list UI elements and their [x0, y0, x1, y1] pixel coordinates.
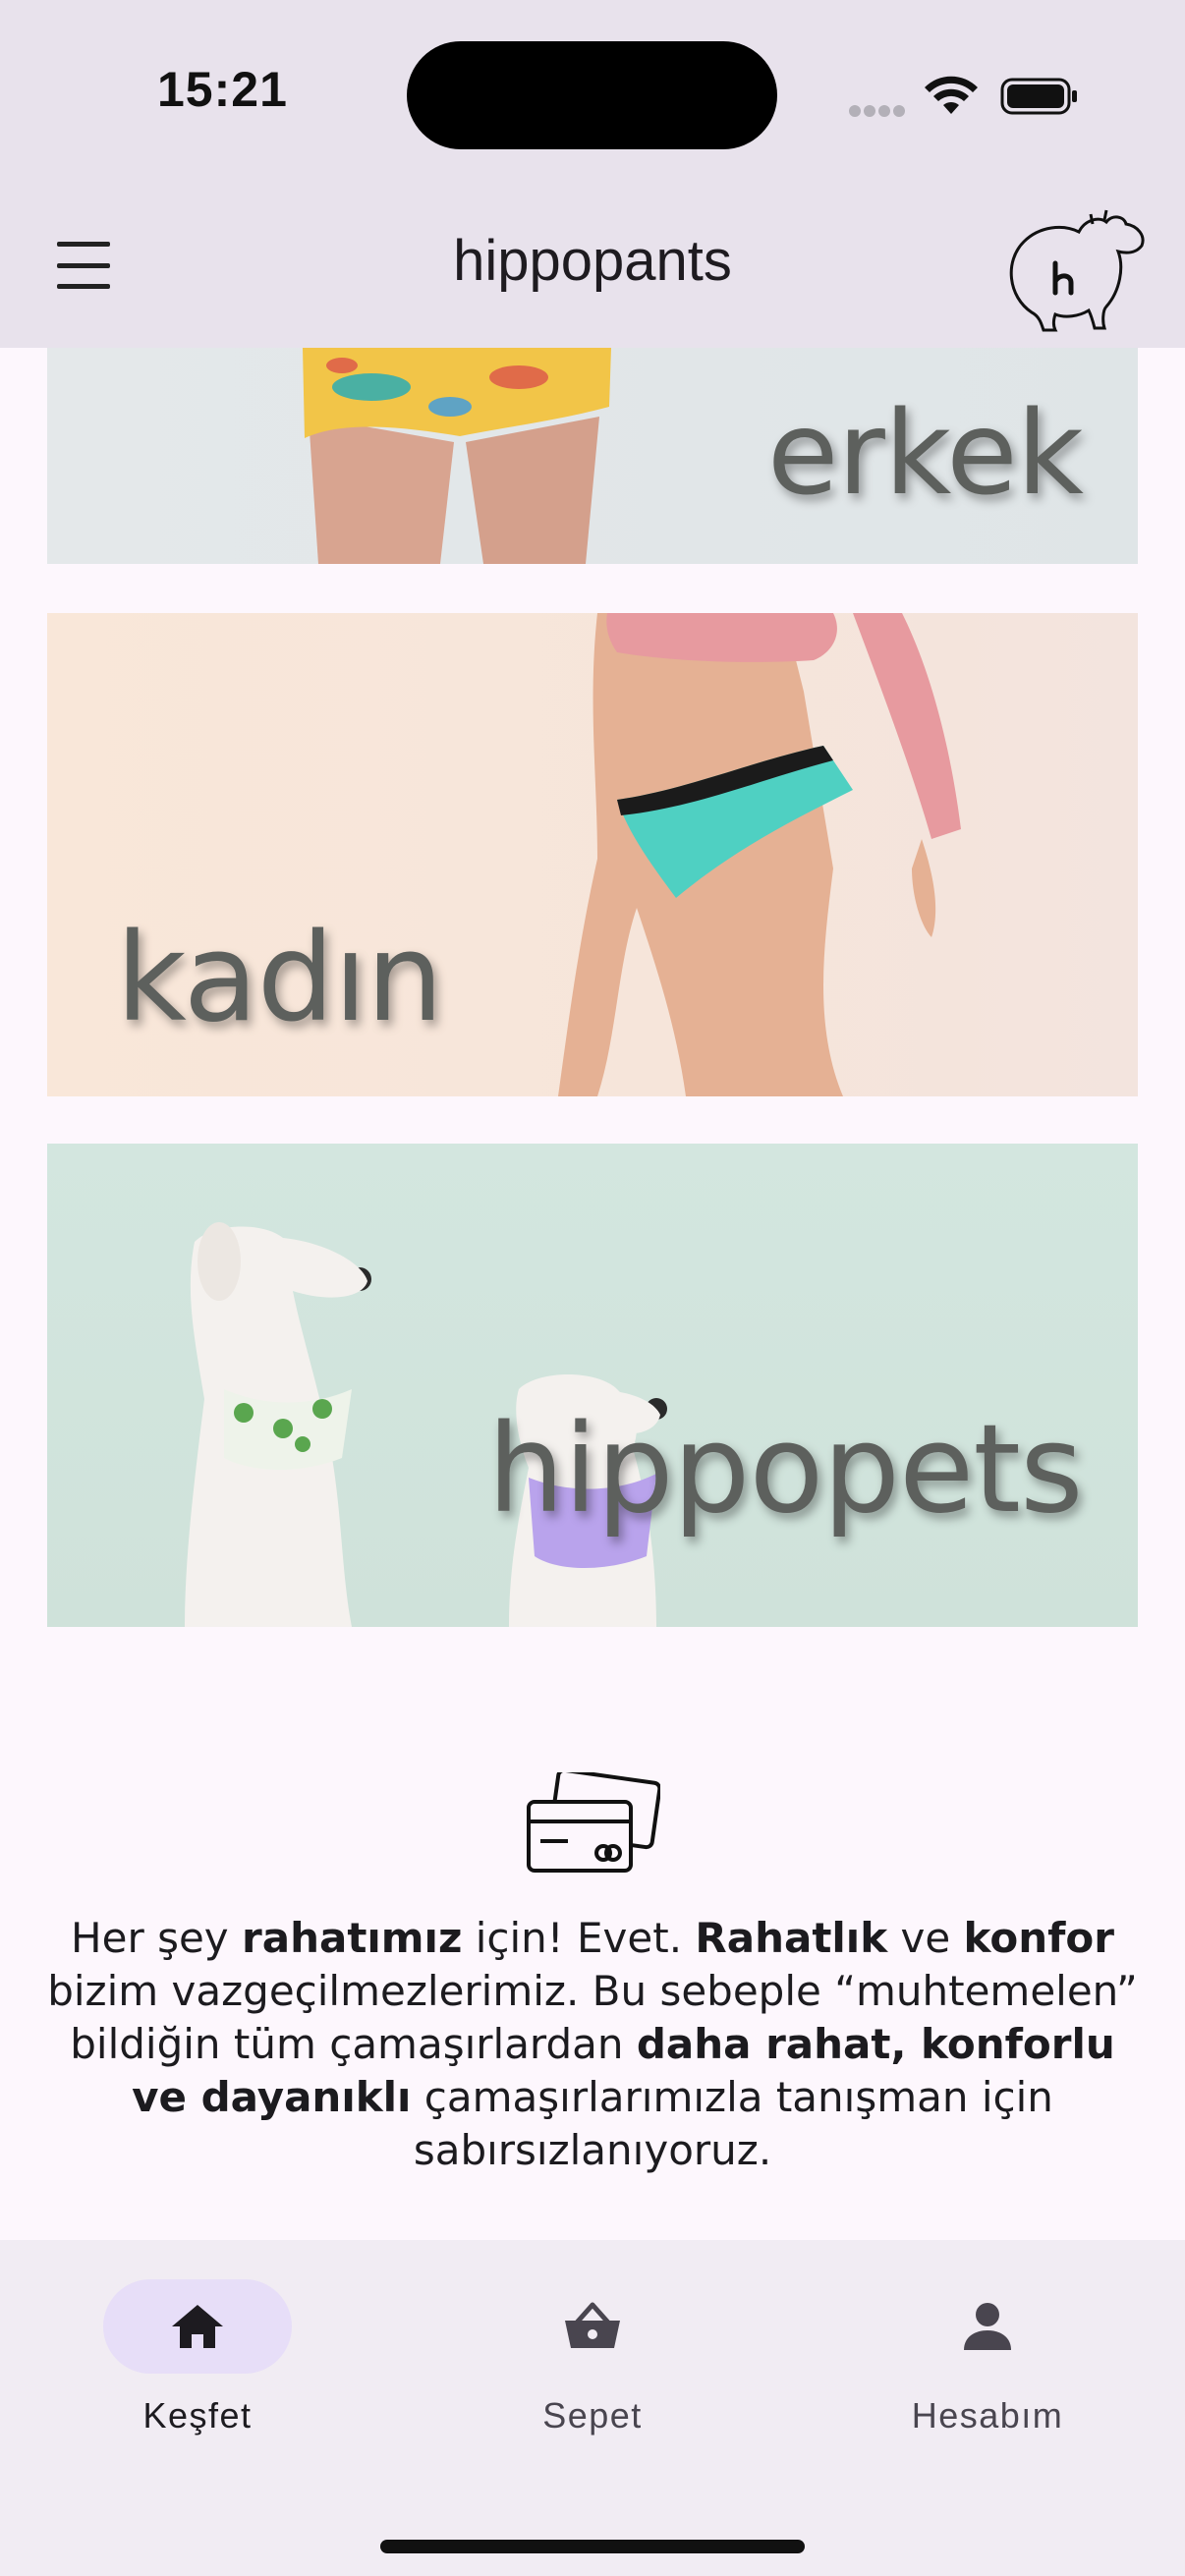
nav-item-hesabim[interactable]: Hesabım	[840, 2279, 1135, 2456]
nav-label: Keşfet	[142, 2395, 253, 2436]
home-indicator	[380, 2540, 805, 2553]
nav-label: Hesabım	[911, 2395, 1064, 2436]
banner-erkek[interactable]: erkek	[47, 348, 1138, 564]
info-text: Her şey rahatımız için! Evet. Rahatlık v…	[39, 1912, 1146, 2177]
info-text-bold: konfor	[963, 1914, 1114, 1962]
basket-icon	[565, 2302, 620, 2348]
banner-label-hippopets: hippopets	[487, 1399, 1084, 1540]
info-text-run: için! Evet.	[462, 1914, 696, 1962]
dogs-image	[185, 1222, 667, 1627]
hippo-logo-icon[interactable]	[1000, 202, 1148, 336]
banner-label-erkek: erkek	[766, 385, 1084, 521]
info-text-run: ve	[887, 1914, 964, 1962]
status-time: 15:21	[157, 62, 288, 117]
credit-cards-icon	[527, 1772, 660, 1873]
info-text-bold: rahatımız	[242, 1914, 463, 1962]
home-icon	[172, 2305, 223, 2348]
info-text-run: çamaşırlarımızla tanışman için sabırsızl…	[411, 2073, 1053, 2174]
content-scroll[interactable]: erkek kadın hippopets Her şey rahatımız …	[0, 348, 1185, 2240]
app-header: hippopants	[0, 187, 1185, 348]
nav-label: Sepet	[542, 2395, 643, 2436]
status-bar: 15:21	[0, 0, 1185, 187]
banner-kadin[interactable]: kadın	[47, 613, 1138, 1096]
banner-hippopets[interactable]: hippopets	[47, 1144, 1138, 1627]
battery-icon	[1000, 78, 1077, 115]
nav-item-kesfet[interactable]: Keşfet	[50, 2279, 345, 2456]
cellular-signal-icon	[849, 104, 908, 118]
nav-item-sepet[interactable]: Sepet	[445, 2279, 740, 2456]
info-section: Her şey rahatımız için! Evet. Rahatlık v…	[0, 1654, 1185, 2240]
wifi-icon	[925, 76, 978, 114]
info-text-bold: Rahatlık	[695, 1914, 888, 1962]
info-text-run: Her şey	[71, 1914, 243, 1962]
bottom-navigation: Keşfet Sepet Hesabım	[0, 2240, 1185, 2576]
person-icon	[964, 2303, 1011, 2350]
banner-label-kadin: kadın	[116, 908, 443, 1049]
dynamic-island	[407, 41, 777, 149]
